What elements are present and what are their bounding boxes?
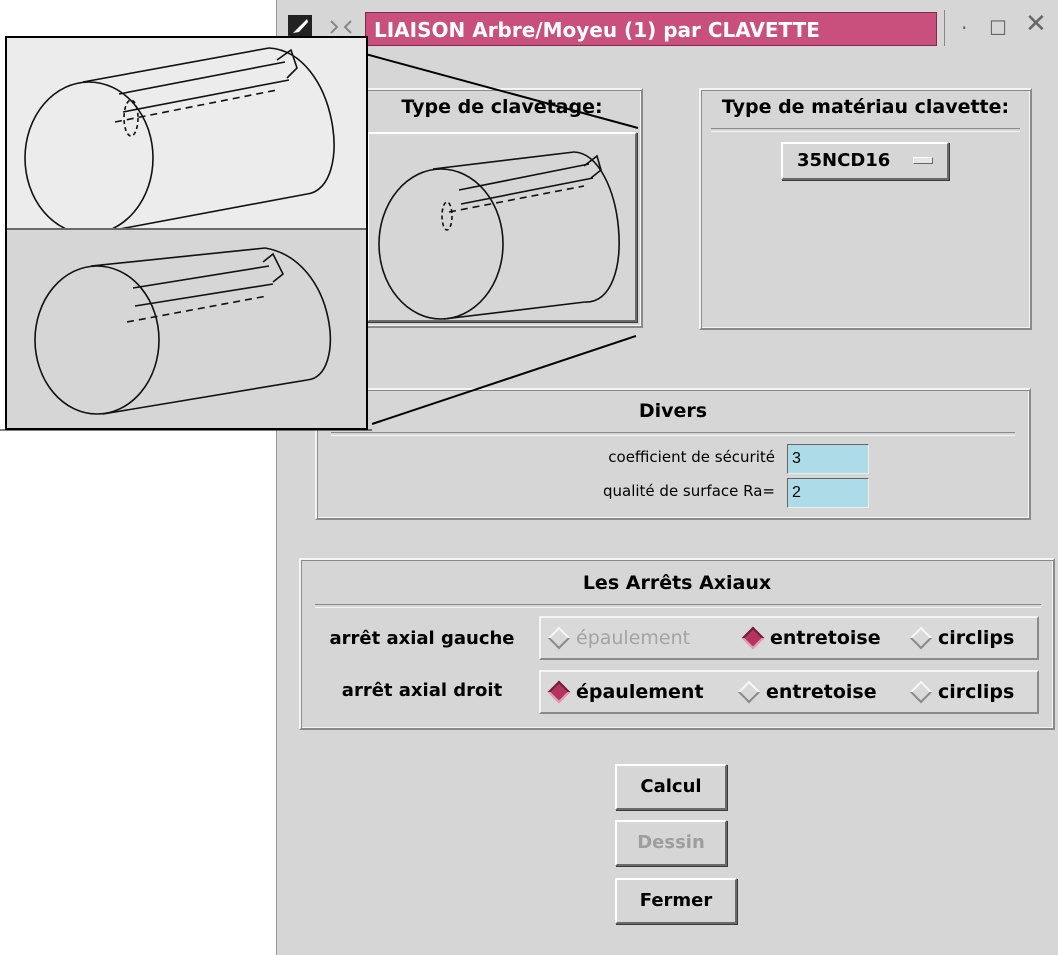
zoom-inset-panel [5, 36, 368, 430]
cylinder-keyway-icon [34, 247, 332, 415]
cylinder-keyway-icon [24, 47, 335, 235]
zoom-pressed-state [7, 228, 366, 428]
zoom-normal-state [7, 38, 366, 235]
